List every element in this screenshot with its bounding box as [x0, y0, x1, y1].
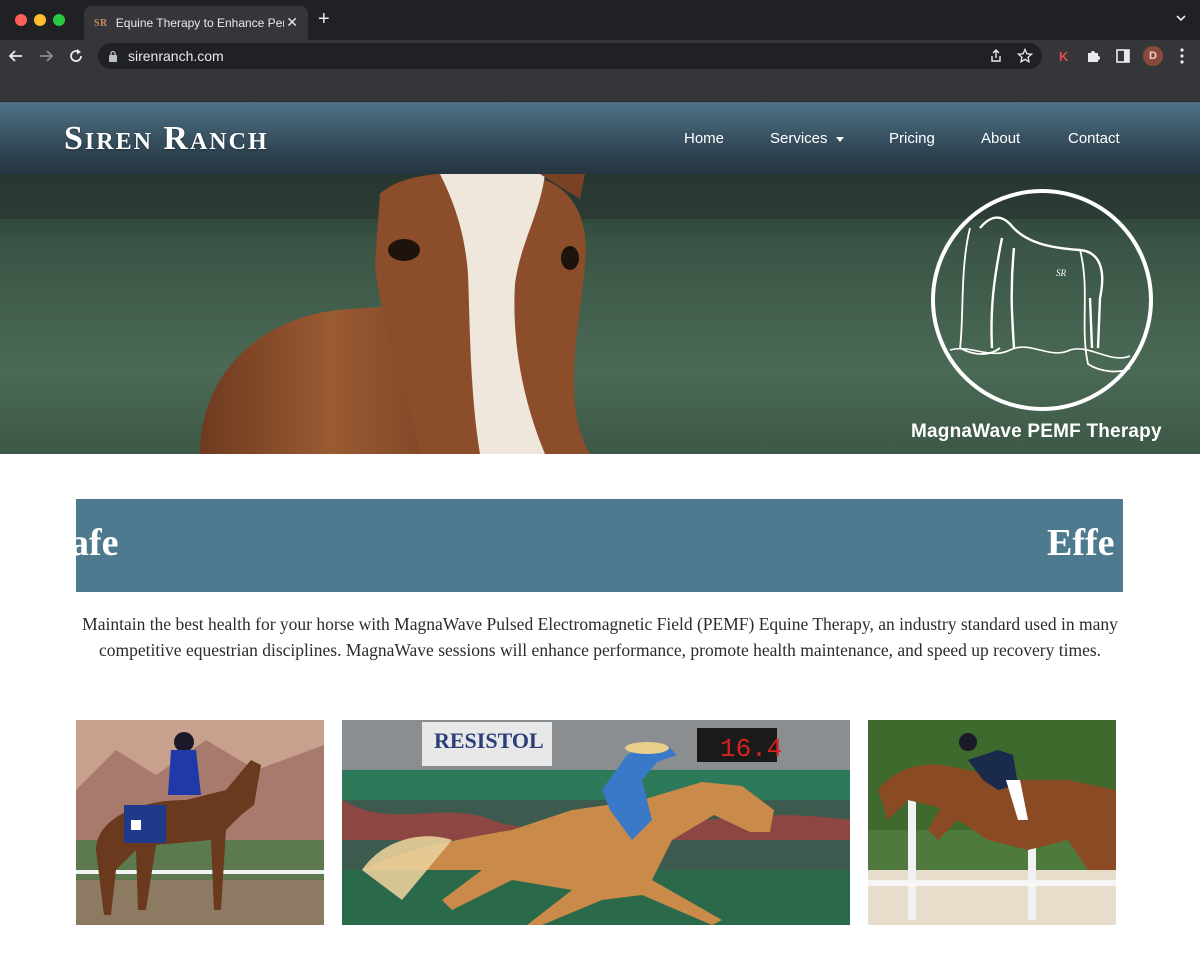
site-header: Siren Ranch Home Services Pricing About … [0, 102, 1200, 174]
nav-about-link[interactable]: About [981, 130, 1020, 147]
url-text: sirenranch.com [128, 48, 224, 64]
share-icon[interactable] [988, 48, 1004, 64]
intro-paragraph: Maintain the best health for your horse … [82, 614, 1118, 660]
caret-down-icon [835, 136, 844, 142]
svg-text:RESISTOL: RESISTOL [434, 728, 544, 753]
gallery-photo-show-jumper [868, 720, 1116, 925]
browser-bookmark-bar [0, 72, 1200, 102]
lock-icon [109, 50, 117, 62]
hero-caption: MagnaWave PEMF Therapy [911, 421, 1162, 442]
nav-services-label: Services [770, 130, 828, 147]
site-logo[interactable]: Siren Ranch [64, 120, 269, 158]
close-tab-icon[interactable]: ✕ [286, 15, 298, 29]
back-arrow-icon[interactable] [7, 47, 25, 65]
nav-contact-link[interactable]: Contact [1068, 130, 1120, 147]
rotating-text-banner: afe Effe [76, 499, 1123, 592]
banner-word-right: Effe [1047, 522, 1115, 564]
side-panel-icon[interactable] [1115, 48, 1131, 64]
close-window-button[interactable] [15, 14, 27, 26]
racehorse-image [76, 720, 324, 925]
new-tab-button[interactable]: + [318, 9, 330, 29]
gallery-photo-barrel-racer: RESISTOL 16.4 [342, 720, 850, 925]
minimize-window-button[interactable] [34, 14, 46, 26]
extensions-puzzle-icon[interactable] [1085, 48, 1101, 64]
nav-pricing-link[interactable]: Pricing [889, 130, 935, 147]
maximize-window-button[interactable] [53, 14, 65, 26]
address-bar[interactable]: sirenranch.com [98, 43, 1042, 69]
browser-toolbar: sirenranch.com K [0, 40, 1200, 72]
banner-word-left: afe [76, 522, 119, 564]
nav-services-link[interactable]: Services [770, 130, 844, 147]
extension-k-icon[interactable]: K [1055, 48, 1071, 64]
browser-tab-active[interactable]: SR Equine Therapy to Enhance Performance… [84, 6, 308, 40]
browser-menu-icon[interactable] [1180, 48, 1184, 64]
reload-icon[interactable] [67, 47, 85, 65]
tab-title: Equine Therapy to Enhance Performance [115, 16, 284, 30]
barrel-racer-image: RESISTOL 16.4 [342, 720, 850, 925]
profile-avatar[interactable]: D [1143, 46, 1163, 66]
nav-home-link[interactable]: Home [684, 130, 724, 147]
browser-tab-bar: SR Equine Therapy to Enhance Performance… [0, 0, 1200, 40]
hero-banner: SR MagnaWave PEMF Therapy [0, 174, 1200, 454]
svg-text:SR: SR [1056, 268, 1067, 278]
svg-text:16.4: 16.4 [720, 734, 782, 764]
show-jumper-image [868, 720, 1116, 925]
tab-search-chevron-icon[interactable] [1176, 13, 1186, 23]
svg-text:K: K [1059, 49, 1069, 64]
site-favicon-icon: SR [94, 17, 108, 29]
bookmark-star-icon[interactable] [1017, 48, 1033, 64]
forward-arrow-icon[interactable] [37, 47, 55, 65]
gallery-photo-racehorse [76, 720, 324, 925]
siren-ranch-logo-badge: SR [931, 189, 1153, 411]
